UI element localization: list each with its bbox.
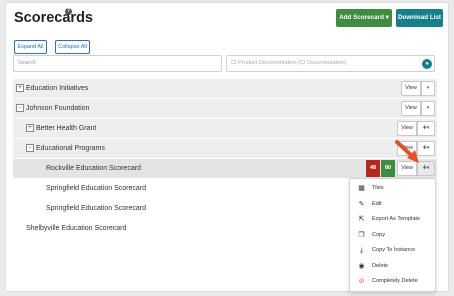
score-badge-red: 48: [366, 160, 380, 177]
copy-icon: ❐: [358, 232, 365, 239]
row-label: Rockville Education Scorecard: [46, 165, 141, 172]
menu-item-tiles[interactable]: ▦ Tiles: [350, 181, 436, 196]
collapse-toggle[interactable]: -: [26, 144, 34, 152]
grid-icon: ▦: [358, 185, 365, 192]
menu-item-label: Export As Template: [372, 216, 421, 222]
pencil-icon: ✎: [358, 201, 365, 208]
tree-row-better-health-grant[interactable]: + Better Health Grant View ✚▾: [13, 119, 437, 138]
row-label: Shelbyville Education Scorecard: [26, 225, 127, 232]
tools-dropdown-icon[interactable]: ✚▾: [417, 121, 435, 136]
search-input[interactable]: Search: [13, 55, 222, 72]
row-label: Education Initiatives: [26, 85, 89, 92]
view-button[interactable]: View: [401, 101, 421, 116]
eye-slash-icon: ◉: [358, 263, 365, 270]
expand-all-button[interactable]: Expand All: [14, 40, 47, 54]
ban-icon: ⊘: [358, 278, 365, 285]
tree-row-johnson-foundation[interactable]: - Johnson Foundation View ▾: [13, 99, 437, 118]
expand-toggle[interactable]: +: [16, 84, 24, 92]
menu-item-edit[interactable]: ✎ Edit: [350, 197, 436, 212]
menu-item-label: Copy: [372, 232, 386, 238]
view-button[interactable]: View: [401, 81, 421, 96]
product-filter-value: CI Product Documentation (CI Documentati…: [231, 60, 347, 66]
view-button[interactable]: View: [397, 121, 417, 136]
menu-item-label: Copy To Instance: [372, 247, 416, 253]
menu-item-completely-delete[interactable]: ⊘ Completely Delete: [350, 274, 436, 289]
tree-row-rockville-education-scorecard[interactable]: Rockville Education Scorecard 48 80 View…: [13, 159, 437, 178]
row-label: Springfield Education Scorecard: [46, 205, 147, 212]
product-filter-field[interactable]: CI Product Documentation (CI Documentati…: [226, 55, 435, 72]
menu-item-label: Tiles: [372, 185, 384, 191]
add-scorecard-label: Add Scorecard: [339, 14, 384, 21]
menu-item-label: Completely Delete: [372, 278, 418, 284]
chevron-down-icon[interactable]: ▾: [421, 101, 435, 116]
question-circle-icon[interactable]: ?: [65, 8, 72, 15]
row-label: Educational Programs: [36, 145, 105, 152]
row-label: Better Health Grant: [36, 125, 97, 132]
expand-toggle[interactable]: +: [26, 124, 34, 132]
annotation-arrow-icon: [395, 140, 419, 163]
download-list-button[interactable]: Download List: [396, 9, 443, 27]
menu-item-delete[interactable]: ◉ Delete: [350, 259, 436, 274]
row-actions-menu: ▦ Tiles ✎ Edit ⇱ Export As Template ❐ Co…: [349, 178, 436, 292]
menu-item-copy-to-instance[interactable]: ⤓ Copy To Instance: [350, 243, 436, 258]
menu-item-label: Edit: [372, 201, 382, 207]
row-label: Springfield Education Scorecard: [46, 185, 147, 192]
score-badge-green: 80: [381, 160, 395, 177]
filter-clear-icon[interactable]: ●: [422, 59, 432, 69]
menu-item-label: Delete: [372, 263, 389, 269]
row-label: Johnson Foundation: [26, 105, 90, 112]
menu-item-copy[interactable]: ❐ Copy: [350, 228, 436, 243]
page-title: Scorecards: [14, 10, 93, 26]
collapse-toggle[interactable]: -: [16, 104, 24, 112]
collapse-all-button[interactable]: Collapse All: [55, 40, 90, 54]
tree-row-education-initiatives[interactable]: + Education Initiatives View ▾: [13, 79, 437, 98]
download-icon: ⤓: [359, 247, 364, 254]
add-scorecard-button[interactable]: Add Scorecard ▾: [336, 9, 392, 27]
export-icon: ⇱: [358, 216, 365, 223]
menu-item-export-as-template[interactable]: ⇱ Export As Template: [350, 212, 436, 227]
tree-row-educational-programs[interactable]: - Educational Programs View ✚▾: [13, 139, 437, 158]
chevron-down-icon[interactable]: ▾: [421, 81, 435, 96]
